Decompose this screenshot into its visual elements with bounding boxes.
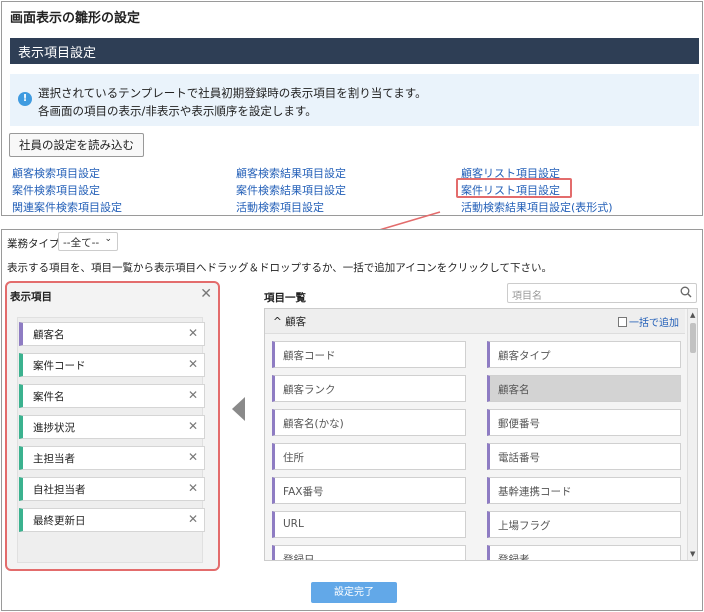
finish-settings-button[interactable]: 設定完了 <box>311 582 397 603</box>
link-deal-search-result-items[interactable]: 案件検索結果項目設定 <box>236 182 346 198</box>
selected-item-label: 案件名 <box>33 391 65 403</box>
link-activity-search-items[interactable]: 活動検索項目設定 <box>236 199 324 215</box>
business-type-select[interactable]: --全て-- ⌄ <box>58 232 118 251</box>
scroll-thumb[interactable] <box>690 323 696 353</box>
remove-icon[interactable]: ✕ <box>188 450 198 464</box>
instruction-text: 表示する項目を、項目一覧から表示項目へドラッグ＆ドロップするか、一括で追加アイコ… <box>7 262 552 274</box>
field-item[interactable]: URL <box>272 511 466 538</box>
selected-items-list: 顧客名 ✕ 案件コード ✕ 案件名 ✕ 進捗状況 ✕ 主担当者 ✕ 自社担当者 ✕ 最終更新… <box>17 317 205 563</box>
scroll-down-icon[interactable]: ▼ <box>690 550 695 558</box>
link-activity-search-result-table[interactable]: 活動検索結果項目設定(表形式) <box>461 199 613 215</box>
selected-item[interactable]: 案件名 ✕ <box>19 384 205 408</box>
search-icon[interactable] <box>680 286 692 298</box>
field-item[interactable]: FAX番号 <box>272 477 466 504</box>
add-all-label: 一括で追加 <box>629 318 679 329</box>
info-icon: ! <box>18 92 32 106</box>
selected-item-label: 進捗状況 <box>33 422 75 434</box>
selected-item[interactable]: 主担当者 ✕ <box>19 446 205 470</box>
chevron-down-icon: ⌄ <box>104 234 112 244</box>
load-employee-settings-button[interactable]: 社員の設定を読み込む <box>9 133 144 157</box>
group-header[interactable]: ^ 顧客 一括で追加 <box>265 309 685 334</box>
link-deal-search-items[interactable]: 案件検索項目設定 <box>12 182 100 198</box>
remove-icon[interactable]: ✕ <box>188 481 198 495</box>
section-header: 表示項目設定 <box>10 38 699 64</box>
remove-icon[interactable]: ✕ <box>188 419 198 433</box>
field-item[interactable]: 顧客コード <box>272 341 466 368</box>
field-item[interactable]: 住所 <box>272 443 466 470</box>
link-customer-search-result-items[interactable]: 顧客検索結果項目設定 <box>236 165 346 181</box>
selected-items-title: 表示項目 <box>10 291 52 303</box>
page-title: 画面表示の雛形の設定 <box>10 11 141 26</box>
selected-item[interactable]: 案件コード ✕ <box>19 353 205 377</box>
field-item[interactable]: 登録日 <box>272 545 466 560</box>
selected-item-label: 顧客名 <box>33 329 65 341</box>
remove-icon[interactable]: ✕ <box>188 326 198 340</box>
item-list-panel: ^ 顧客 一括で追加 顧客コード 顧客タイプ 顧客ランク 顧客名 顧客名(かな)… <box>264 308 698 561</box>
selected-item[interactable]: 進捗状況 ✕ <box>19 415 205 439</box>
link-customer-search-items[interactable]: 顧客検索項目設定 <box>12 165 100 181</box>
selected-item[interactable]: 最終更新日 ✕ <box>19 508 205 532</box>
item-search-input[interactable]: 項目名 <box>507 283 697 303</box>
field-item[interactable]: 顧客タイプ <box>487 341 681 368</box>
field-item[interactable]: 顧客ランク <box>272 375 466 402</box>
move-left-arrow-icon[interactable] <box>232 397 245 421</box>
field-item[interactable]: 電話番号 <box>487 443 681 470</box>
template-settings-panel: 画面表示の雛形の設定 表示項目設定 ! 選択されているテンプレートで社員初期登録… <box>1 1 703 216</box>
field-item[interactable]: 登録者 <box>487 545 681 560</box>
add-all-button[interactable]: 一括で追加 <box>618 314 679 329</box>
search-placeholder: 項目名 <box>512 291 542 302</box>
item-list-scrollbar[interactable]: ▲ ▼ <box>687 309 697 560</box>
selected-item-label: 主担当者 <box>33 453 75 465</box>
item-assignment-panel: 業務タイプ --全て-- ⌄ 表示する項目を、項目一覧から表示項目へドラッグ＆ド… <box>1 229 703 611</box>
selected-item-label: 最終更新日 <box>33 515 86 527</box>
remove-icon[interactable]: ✕ <box>188 512 198 526</box>
group-name: 顧客 <box>285 316 307 328</box>
chevron-up-icon: ^ <box>273 316 286 328</box>
group-label: ^ 顧客 <box>273 314 306 329</box>
info-box: ! 選択されているテンプレートで社員初期登録時の表示項目を割り当てます。 各画面… <box>10 74 699 126</box>
add-all-icon <box>618 317 627 327</box>
remove-icon[interactable]: ✕ <box>188 357 198 371</box>
field-item-disabled: 顧客名 <box>487 375 681 402</box>
business-type-label: 業務タイプ <box>7 238 60 250</box>
selected-items-panel: 表示項目 ✕ 顧客名 ✕ 案件コード ✕ 案件名 ✕ 進捗状況 ✕ 主担当者 ✕ 自社担当… <box>5 281 220 571</box>
close-icon[interactable]: ✕ <box>200 286 212 302</box>
highlight-frame <box>456 178 572 198</box>
business-type-value: --全て-- <box>63 237 100 249</box>
selected-item[interactable]: 自社担当者 ✕ <box>19 477 205 501</box>
field-item[interactable]: 顧客名(かな) <box>272 409 466 436</box>
selected-item[interactable]: 顧客名 ✕ <box>19 322 205 346</box>
info-line-2: 各画面の項目の表示/非表示や表示順序を設定します。 <box>38 104 317 118</box>
field-item[interactable]: 上場フラグ <box>487 511 681 538</box>
scroll-up-icon[interactable]: ▲ <box>690 311 695 319</box>
info-line-1: 選択されているテンプレートで社員初期登録時の表示項目を割り当てます。 <box>38 86 427 100</box>
selected-item-label: 自社担当者 <box>33 484 86 496</box>
field-item[interactable]: 基幹連携コード <box>487 477 681 504</box>
remove-icon[interactable]: ✕ <box>188 388 198 402</box>
field-item[interactable]: 郵便番号 <box>487 409 681 436</box>
item-list-title: 項目一覧 <box>264 292 306 304</box>
selected-item-label: 案件コード <box>33 360 86 372</box>
link-related-deal-search-items[interactable]: 関連案件検索項目設定 <box>12 199 122 215</box>
